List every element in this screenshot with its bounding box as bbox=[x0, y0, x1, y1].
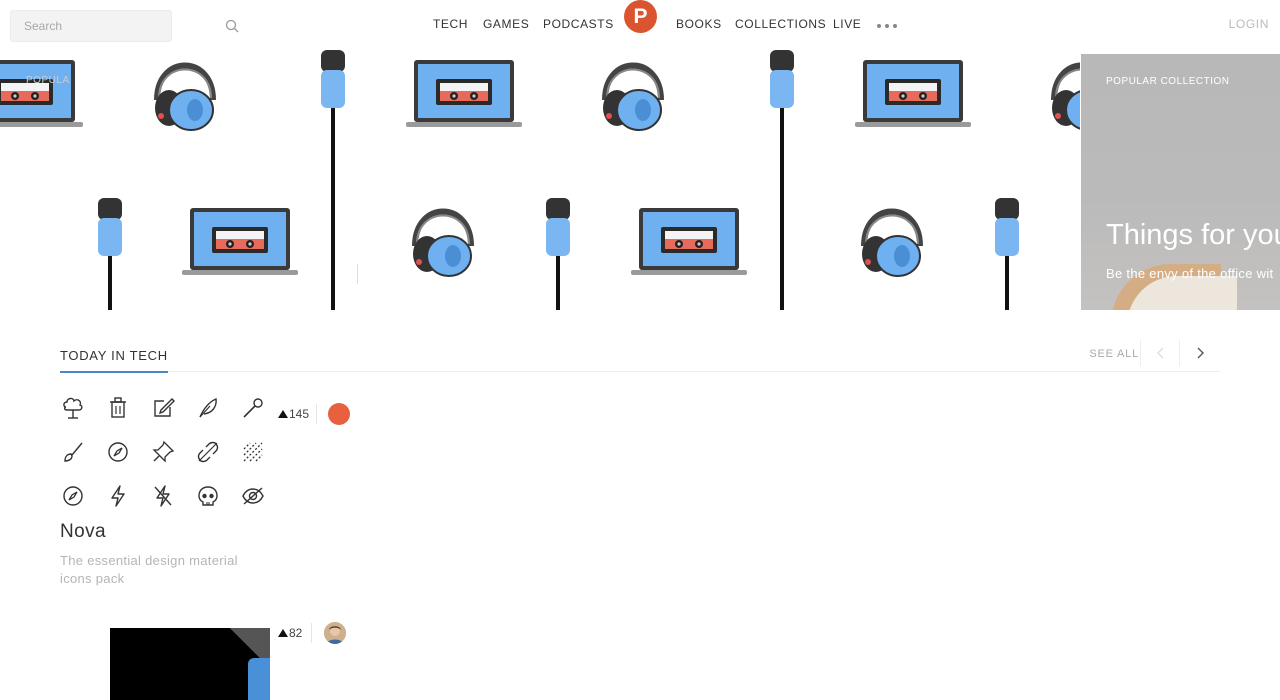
pin-icon bbox=[152, 440, 175, 463]
skull-icon bbox=[198, 486, 218, 506]
see-all-link[interactable]: SEE ALL bbox=[1089, 348, 1139, 360]
popular-collection-card[interactable]: POPULAR COLLECTION Things for you Be the… bbox=[1081, 54, 1280, 310]
hero-divider bbox=[357, 264, 358, 284]
maker-avatar[interactable] bbox=[324, 622, 346, 644]
post-thumbnail[interactable] bbox=[60, 395, 270, 520]
upvote-triangle-icon bbox=[278, 629, 288, 637]
post-name[interactable]: Nova bbox=[60, 521, 106, 543]
pager-divider bbox=[1140, 340, 1141, 366]
flash-off-icon bbox=[154, 485, 172, 507]
nav-tech[interactable]: TECH bbox=[433, 17, 468, 31]
wand-icon bbox=[243, 398, 263, 418]
link-off-icon bbox=[197, 441, 219, 463]
top-header: TECH GAMES PODCASTS P BOOKS COLLECTIONS … bbox=[0, 0, 1280, 50]
vote-divider bbox=[311, 623, 312, 643]
explore-icon bbox=[63, 486, 83, 506]
pager-divider bbox=[1179, 340, 1180, 366]
eye-off-icon bbox=[242, 487, 264, 505]
collection-subtitle: Be the envy of the office wit bbox=[1106, 266, 1274, 281]
hero-faded-label: POPULA bbox=[26, 75, 70, 86]
upvote-triangle-icon bbox=[278, 410, 288, 418]
collection-title: Things for you bbox=[1106, 219, 1280, 251]
nav-games[interactable]: GAMES bbox=[483, 17, 529, 31]
flash-icon bbox=[111, 485, 125, 507]
main-nav: TECH GAMES PODCASTS P BOOKS COLLECTIONS … bbox=[0, 0, 1280, 50]
chevron-right-icon[interactable] bbox=[1192, 345, 1208, 361]
nav-collections[interactable]: COLLECTIONS bbox=[735, 17, 826, 31]
nav-books[interactable]: BOOKS bbox=[676, 17, 722, 31]
trash-icon bbox=[110, 397, 126, 418]
upvote-count: 145 bbox=[289, 407, 310, 421]
vote-divider bbox=[316, 404, 317, 424]
feather-icon bbox=[199, 397, 217, 418]
section-title: TODAY IN TECH bbox=[60, 348, 168, 373]
compass-icon bbox=[108, 442, 128, 462]
login-link[interactable]: LOGIN bbox=[1229, 17, 1269, 31]
avatar-photo bbox=[324, 622, 346, 644]
texture-icon bbox=[243, 442, 263, 462]
upvote-count: 82 bbox=[289, 626, 303, 640]
more-menu-icon[interactable] bbox=[875, 24, 899, 30]
star-badge-icon bbox=[248, 658, 270, 700]
hero-pattern[interactable]: POPULA bbox=[0, 50, 1080, 310]
post-tagline: The essential design material icons pack bbox=[60, 553, 238, 586]
external-edit-icon bbox=[154, 398, 175, 417]
upvote-button[interactable]: 145 bbox=[278, 407, 309, 421]
nav-podcasts[interactable]: PODCASTS bbox=[543, 17, 614, 31]
maker-avatar[interactable] bbox=[328, 403, 350, 425]
hero-illustration bbox=[0, 50, 1080, 310]
upvote-button[interactable]: 82 bbox=[278, 626, 302, 640]
chevron-left-icon[interactable] bbox=[1153, 345, 1169, 361]
section-header: TODAY IN TECH SEE ALL bbox=[60, 336, 1220, 373]
nav-live[interactable]: LIVE bbox=[833, 17, 861, 31]
collection-label: POPULAR COLLECTION bbox=[1106, 76, 1230, 87]
tree-icon bbox=[63, 397, 83, 419]
hero-banner: POPULA POPULAR COLLECTION Things for you… bbox=[0, 50, 1280, 310]
product-hunt-logo[interactable]: P bbox=[624, 0, 657, 33]
post-thumbnail[interactable] bbox=[110, 628, 270, 700]
brush-icon bbox=[64, 442, 83, 462]
